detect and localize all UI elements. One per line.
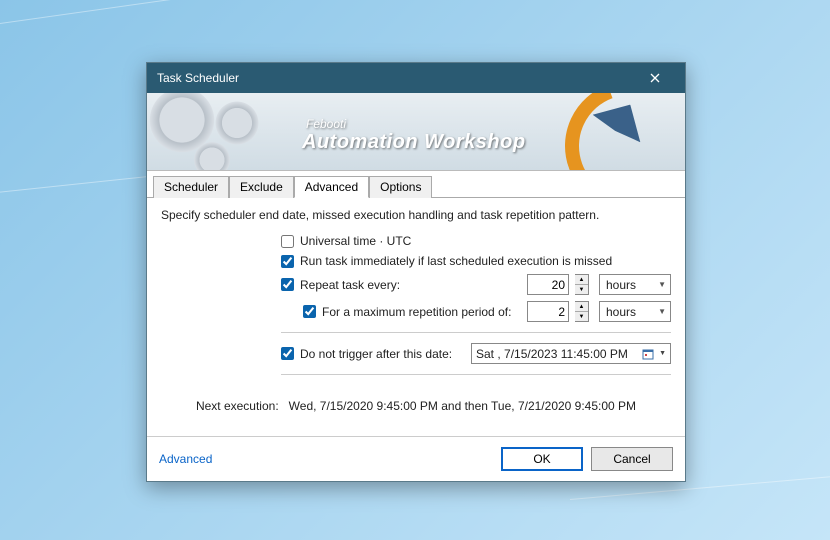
banner: Febooti Automation Workshop bbox=[147, 93, 685, 171]
stop-after-label: Do not trigger after this date: bbox=[300, 347, 452, 361]
spin-up-icon[interactable]: ▲ bbox=[575, 302, 588, 312]
spin-down-icon[interactable]: ▼ bbox=[575, 285, 588, 294]
banner-text: Febooti Automation Workshop bbox=[302, 117, 526, 154]
stop-after-date-input[interactable]: Sat , 7/15/2023 11:45:00 PM ▼ bbox=[471, 343, 671, 364]
task-scheduler-dialog: Task Scheduler Febooti Automation Worksh… bbox=[146, 62, 686, 482]
max-period-option[interactable]: For a maximum repetition period of: bbox=[303, 305, 511, 319]
next-execution-value: Wed, 7/15/2020 9:45:00 PM and then Tue, … bbox=[289, 399, 636, 413]
ok-button[interactable]: OK bbox=[501, 447, 583, 471]
dialog-footer: Advanced OK Cancel bbox=[147, 436, 685, 481]
titlebar: Task Scheduler bbox=[147, 63, 685, 93]
run-missed-checkbox[interactable] bbox=[281, 255, 294, 268]
repeat-unit-value: hours bbox=[606, 278, 636, 292]
repeat-value-input[interactable] bbox=[527, 274, 569, 295]
stop-after-option[interactable]: Do not trigger after this date: bbox=[281, 347, 452, 361]
repeat-unit-select[interactable]: hours ▼ bbox=[599, 274, 671, 295]
clock-icon bbox=[565, 93, 685, 171]
utc-label: Universal time · UTC bbox=[300, 234, 411, 248]
tab-scheduler[interactable]: Scheduler bbox=[153, 176, 229, 198]
next-execution-label: Next execution: bbox=[196, 399, 279, 413]
repeat-value-spinner[interactable]: ▲▼ bbox=[575, 274, 589, 295]
tab-exclude[interactable]: Exclude bbox=[229, 176, 294, 198]
brand-name: Febooti bbox=[306, 117, 526, 131]
close-button[interactable] bbox=[635, 66, 675, 90]
product-name: Automation Workshop bbox=[302, 131, 526, 154]
tab-advanced[interactable]: Advanced bbox=[294, 176, 369, 198]
chevron-down-icon: ▼ bbox=[658, 280, 666, 289]
cancel-button[interactable]: Cancel bbox=[591, 447, 673, 471]
stop-after-checkbox[interactable] bbox=[281, 347, 294, 360]
max-period-checkbox[interactable] bbox=[303, 305, 316, 318]
advanced-link[interactable]: Advanced bbox=[159, 452, 212, 466]
max-period-label: For a maximum repetition period of: bbox=[322, 305, 511, 319]
calendar-icon bbox=[641, 347, 655, 361]
max-period-value-input[interactable] bbox=[527, 301, 569, 322]
max-period-unit-select[interactable]: hours ▼ bbox=[599, 301, 671, 322]
utc-checkbox[interactable] bbox=[281, 235, 294, 248]
repeat-option[interactable]: Repeat task every: bbox=[281, 278, 400, 292]
description-text: Specify scheduler end date, missed execu… bbox=[161, 208, 671, 222]
divider bbox=[281, 332, 671, 333]
tab-options[interactable]: Options bbox=[369, 176, 432, 198]
next-execution-row: Next execution: Wed, 7/15/2020 9:45:00 P… bbox=[161, 399, 671, 413]
close-icon bbox=[650, 73, 660, 83]
utc-option[interactable]: Universal time · UTC bbox=[281, 234, 411, 248]
repeat-checkbox[interactable] bbox=[281, 278, 294, 291]
chevron-down-icon: ▼ bbox=[659, 350, 666, 357]
max-period-unit-value: hours bbox=[606, 305, 636, 319]
max-period-value-spinner[interactable]: ▲▼ bbox=[575, 301, 589, 322]
repeat-label: Repeat task every: bbox=[300, 278, 400, 292]
spin-down-icon[interactable]: ▼ bbox=[575, 312, 588, 321]
spin-up-icon[interactable]: ▲ bbox=[575, 275, 588, 285]
tab-content: Specify scheduler end date, missed execu… bbox=[147, 198, 685, 436]
chevron-down-icon: ▼ bbox=[658, 307, 666, 316]
tab-bar: Scheduler Exclude Advanced Options bbox=[147, 171, 685, 198]
divider bbox=[281, 374, 671, 375]
window-title: Task Scheduler bbox=[157, 71, 635, 85]
run-missed-option[interactable]: Run task immediately if last scheduled e… bbox=[281, 254, 612, 268]
stop-after-date-value: Sat , 7/15/2023 11:45:00 PM bbox=[476, 347, 637, 361]
run-missed-label: Run task immediately if last scheduled e… bbox=[300, 254, 612, 268]
